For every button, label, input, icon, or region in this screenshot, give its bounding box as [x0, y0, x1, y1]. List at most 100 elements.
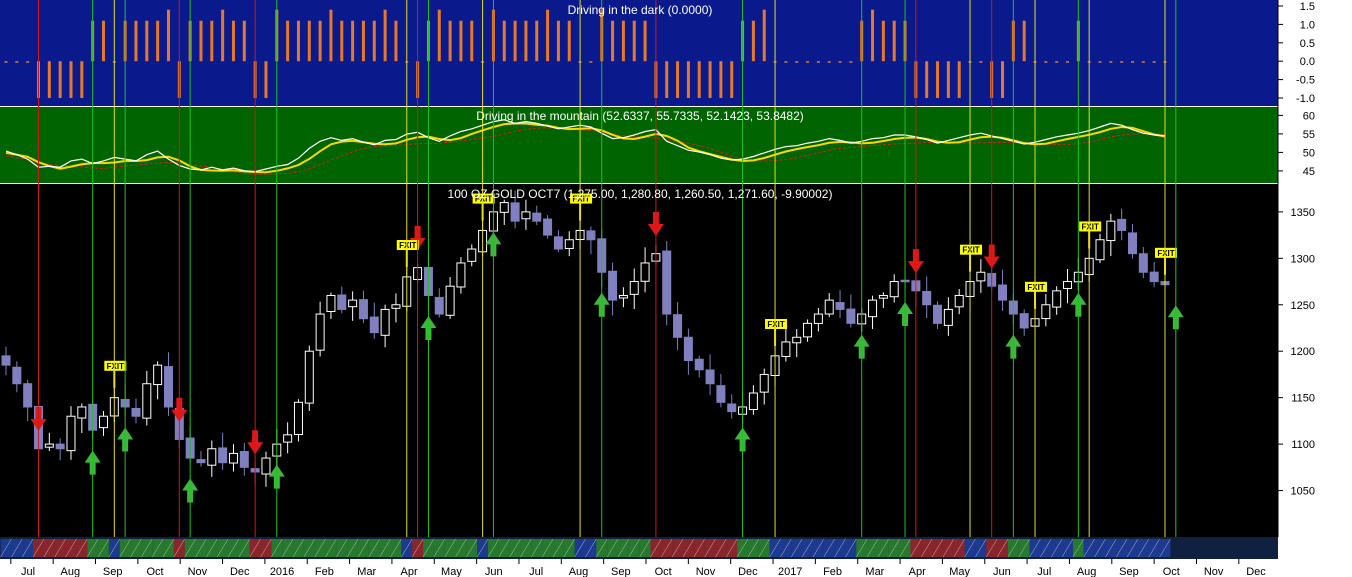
dark-axis-tick-label: 1.0 — [1300, 19, 1315, 31]
dark-indicator-bar — [806, 61, 810, 63]
price-axis-tick-label: 1150 — [1291, 393, 1315, 405]
dark-indicator-bar — [340, 20, 344, 62]
dark-indicator-bar — [535, 20, 539, 62]
dark-indicator-bar — [643, 20, 647, 62]
candle-body — [1138, 253, 1148, 273]
candle-body — [803, 322, 813, 338]
x-axis-label: 2017 — [778, 566, 802, 577]
x-axis-label: Aug — [1077, 566, 1097, 577]
dark-indicator-bar — [242, 20, 246, 62]
candle-body — [98, 415, 108, 429]
x-axis-label: Feb — [823, 566, 842, 577]
candle-body — [543, 218, 553, 236]
candle-body — [1149, 271, 1159, 283]
signal-strip — [0, 537, 1278, 559]
dark-indicator-bar — [762, 9, 766, 62]
dark-indicator-bar — [556, 20, 560, 62]
dark-indicator-bar — [632, 20, 636, 62]
candle-body — [976, 271, 986, 282]
candle-body — [142, 383, 152, 419]
candle-body — [705, 369, 715, 385]
dark-indicator-bar — [145, 20, 149, 62]
candle-body — [716, 385, 726, 403]
gold-trading-chart: FXITFXITFXIT FXITFXITFXITFXITFXITFXIT Jul… — [0, 0, 1352, 577]
x-axis-label: Sep — [103, 566, 123, 577]
dark-indicator-bar — [80, 61, 84, 98]
dark-axis-tick-label: -0.5 — [1296, 75, 1315, 87]
candle-body — [954, 294, 964, 308]
x-axis-label: Nov — [1204, 566, 1224, 577]
x-axis-label: Apr — [401, 566, 418, 577]
candle-body — [943, 308, 953, 326]
dark-indicator-bar — [946, 61, 950, 98]
candle-body — [683, 336, 693, 361]
dark-indicator-bar — [351, 20, 355, 62]
mountain-axis-tick-label: 50 — [1303, 147, 1315, 159]
dark-indicator-bar — [838, 61, 842, 63]
price-axis-tick-label: 1100 — [1291, 439, 1315, 451]
candle-body — [662, 250, 672, 315]
candle-body — [781, 341, 791, 357]
price-axis-tick-label: 1250 — [1291, 300, 1315, 312]
dark-indicator-bar — [318, 20, 322, 62]
x-axis-label: May — [949, 566, 970, 577]
candle-body — [1117, 218, 1127, 231]
candle-body — [434, 296, 444, 315]
candle-body — [824, 299, 834, 315]
x-axis-label: Mar — [357, 566, 376, 577]
x-axis-label: Jul — [529, 566, 543, 577]
candle-body — [131, 407, 141, 417]
x-axis-label: Aug — [61, 566, 81, 577]
dark-indicator-bar — [795, 61, 799, 63]
candle-body — [727, 403, 737, 413]
candle-body — [337, 294, 347, 310]
dark-indicator-bar — [1066, 61, 1070, 63]
dark-indicator-bar — [1055, 61, 1059, 63]
dark-indicator-bar — [719, 61, 723, 98]
candle-body — [456, 262, 466, 288]
candle-body — [629, 281, 639, 295]
candle-body — [564, 239, 574, 249]
candle-body — [998, 284, 1008, 301]
x-axis-label: Oct — [146, 566, 163, 577]
exit-flag-label: FXIT — [962, 246, 979, 255]
dark-indicator-bar — [156, 20, 160, 62]
candle-body — [694, 358, 704, 371]
candle-body — [1052, 290, 1062, 308]
dark-indicator-bar — [686, 61, 690, 98]
dark-indicator-bar — [881, 20, 885, 62]
x-axis-label: Oct — [655, 566, 672, 577]
dark-indicator-bar — [546, 9, 550, 62]
price-panel: FXITFXITFXIT FXITFXITFXITFXITFXITFXIT — [0, 184, 1278, 537]
dark-indicator-bar — [1022, 20, 1026, 62]
mountain-panel-title: Driving in the mountain (52.6337, 55.733… — [476, 109, 804, 123]
dark-indicator-bar — [459, 20, 463, 62]
candle-body — [1, 355, 11, 366]
dark-indicator-bar — [394, 20, 398, 62]
dark-indicator-bar — [502, 20, 506, 62]
x-axis-label: Feb — [315, 566, 334, 577]
mountain-axis-tick-label: 55 — [1303, 129, 1315, 141]
candle-body — [510, 202, 520, 222]
price-axis-tick-label: 1300 — [1291, 253, 1315, 265]
candle-body — [326, 294, 336, 313]
candle-body — [55, 443, 65, 450]
dark-indicator-bar — [849, 61, 853, 63]
exit-flag-label: FXIT — [767, 320, 784, 329]
x-axis-label: 2016 — [270, 566, 294, 577]
x-axis-label: Oct — [1163, 566, 1180, 577]
mountain-axis-tick-label: 45 — [1303, 166, 1315, 178]
x-axis-label: Nov — [696, 566, 716, 577]
dark-indicator-bar — [892, 20, 896, 62]
dark-indicator-bar — [58, 61, 62, 98]
candle-body — [586, 230, 596, 241]
dark-indicator-bar — [925, 61, 929, 98]
candle-body — [499, 202, 509, 213]
dark-indicator-bar — [621, 20, 625, 62]
candle-body — [196, 459, 206, 464]
exit-flag-label: FXIT — [399, 241, 416, 250]
dark-indicator-bar — [697, 61, 701, 98]
dark-indicator-bar — [589, 61, 593, 63]
candle-body — [163, 366, 173, 408]
dark-indicator-bar — [936, 61, 940, 98]
